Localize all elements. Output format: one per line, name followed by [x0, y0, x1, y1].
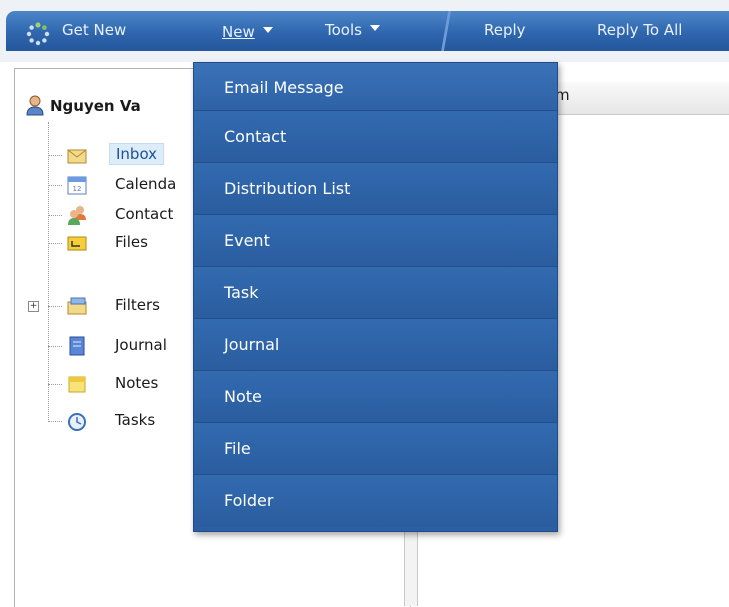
get-new-icon[interactable] [26, 22, 50, 46]
tree-item-label: Inbox [109, 143, 165, 165]
menu-item-contact[interactable]: Contact [194, 111, 557, 163]
inbox-icon [67, 149, 87, 164]
tools-label: Tools [325, 21, 362, 39]
tree-connector [48, 243, 62, 244]
tree-connector [48, 122, 49, 422]
journal-icon [69, 336, 85, 356]
tree-connector [48, 306, 62, 307]
calendar-icon: 12 [67, 176, 87, 195]
tree-connector [48, 384, 62, 385]
tree-item-label: Calenda [115, 175, 177, 193]
tree-connector [48, 421, 62, 422]
chevron-down-icon [369, 24, 380, 31]
menu-item-email-message[interactable]: Email Message [194, 63, 557, 111]
new-dropdown-menu: Email Message Contact Distribution List … [193, 62, 558, 532]
tree-connector [48, 155, 62, 156]
menu-item-journal[interactable]: Journal [194, 319, 557, 371]
tree-connector [48, 185, 62, 186]
tree-item-label: Files [115, 233, 148, 251]
notes-icon [68, 376, 86, 393]
account-name[interactable]: Nguyen Va [50, 97, 195, 115]
filters-icon [67, 297, 87, 315]
tree-item-label: Contact [115, 205, 174, 223]
reply-label: Reply [484, 21, 526, 39]
tree-connector [48, 215, 62, 216]
tree-connector [48, 346, 62, 347]
user-icon [26, 95, 44, 116]
tasks-icon [68, 413, 86, 431]
get-new-label: Get New [62, 21, 127, 39]
menu-item-note[interactable]: Note [194, 371, 557, 423]
new-menu-button[interactable]: New [222, 20, 273, 44]
tree-item-label: Tasks [115, 411, 156, 429]
tree-item-label: Journal [115, 336, 167, 354]
get-new-button[interactable]: Get New [62, 18, 126, 42]
menu-item-task[interactable]: Task [194, 267, 557, 319]
reply-all-label: Reply To All [597, 21, 683, 39]
reply-button[interactable]: Reply [484, 18, 526, 42]
tools-menu-button[interactable]: Tools [325, 18, 380, 42]
new-label: New [222, 23, 255, 41]
files-icon [67, 236, 87, 251]
tree-item-label: Notes [115, 374, 159, 392]
expand-filters-icon[interactable]: + [28, 301, 39, 312]
toolbar-separator [430, 11, 468, 51]
reply-all-button[interactable]: Reply To All [597, 18, 682, 42]
svg-text:12: 12 [73, 185, 82, 193]
menu-item-file[interactable]: File [194, 423, 557, 475]
menu-item-event[interactable]: Event [194, 215, 557, 267]
contacts-icon [68, 206, 86, 225]
menu-item-distribution-list[interactable]: Distribution List [194, 163, 557, 215]
chevron-down-icon [262, 26, 273, 33]
menu-item-folder[interactable]: Folder [194, 475, 557, 527]
tree-item-label: Filters [115, 296, 160, 314]
toolbar: Get New New Tools Reply Reply To All [0, 0, 729, 62]
